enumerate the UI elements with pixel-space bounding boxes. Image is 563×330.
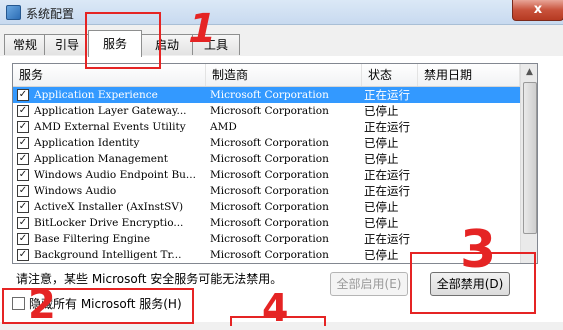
service-checkbox[interactable]: ✓ xyxy=(17,89,29,101)
scroll-thumb[interactable] xyxy=(523,82,537,234)
list-item[interactable]: ✓ Application Experience Microsoft Corpora… xyxy=(13,87,520,103)
service-vendor: Microsoft Corporation xyxy=(210,137,329,149)
tab-boot[interactable]: 引导 xyxy=(44,34,90,55)
vertical-scrollbar[interactable]: ▲ xyxy=(520,64,537,263)
service-checkbox[interactable]: ✓ xyxy=(17,185,29,197)
list-item[interactable]: ✓ Windows Audio Microsoft Corporation 正在运行 xyxy=(13,183,520,199)
service-name: Application Identity xyxy=(34,137,140,149)
service-name: AMD External Events Utility xyxy=(34,121,186,133)
column-status[interactable]: 状态 xyxy=(362,64,418,86)
service-vendor: Microsoft Corporation xyxy=(210,89,329,101)
service-name: Windows Audio xyxy=(34,185,117,197)
scroll-up-arrow-icon[interactable]: ▲ xyxy=(521,64,537,81)
service-status: 已停止 xyxy=(364,216,399,230)
enable-all-button[interactable]: 全部启用(E) xyxy=(330,272,408,296)
service-vendor: Microsoft Corporation xyxy=(210,105,329,117)
system-config-icon xyxy=(6,5,21,20)
annotation-number-4: 4 xyxy=(262,286,289,330)
window-title: 系统配置 xyxy=(26,7,75,21)
service-vendor: Microsoft Corporation xyxy=(210,201,329,213)
service-name: Application Experience xyxy=(34,89,158,101)
service-status: 正在运行 xyxy=(364,232,410,246)
service-name: Application Layer Gateway... xyxy=(34,105,187,117)
service-vendor: Microsoft Corporation xyxy=(210,169,329,181)
service-status: 已停止 xyxy=(364,136,399,150)
service-status: 已停止 xyxy=(364,104,399,118)
service-status: 已停止 xyxy=(364,152,399,166)
close-button[interactable]: x xyxy=(512,0,563,21)
tab-services[interactable]: 服务 xyxy=(88,30,142,57)
list-item[interactable]: ✓ Windows Audio Endpoint Bu... Microsoft C… xyxy=(13,167,520,183)
service-status: 正在运行 xyxy=(364,88,410,102)
service-status: 已停止 xyxy=(364,200,399,214)
annotation-number-2: 2 xyxy=(28,282,56,328)
service-status: 正在运行 xyxy=(364,184,410,198)
service-checkbox[interactable]: ✓ xyxy=(17,217,29,229)
service-name: ActiveX Installer (AxInstSV) xyxy=(34,201,184,213)
service-vendor: Microsoft Corporation xyxy=(210,249,329,261)
list-item[interactable]: ✓ Application Layer Gateway... Microsoft C… xyxy=(13,103,520,119)
service-checkbox[interactable]: ✓ xyxy=(17,169,29,181)
service-checkbox[interactable]: ✓ xyxy=(17,201,29,213)
tab-general[interactable]: 常规 xyxy=(4,34,46,55)
service-checkbox[interactable]: ✓ xyxy=(17,121,29,133)
service-name: Base Filtering Engine xyxy=(34,233,151,245)
service-checkbox[interactable]: ✓ xyxy=(17,249,29,261)
column-vendor[interactable]: 制造商 xyxy=(206,64,362,86)
service-status: 已停止 xyxy=(364,248,399,262)
list-item[interactable]: ✓ Application Management Microsoft Corpora… xyxy=(13,151,520,167)
list-item[interactable]: ✓ BitLocker Drive Encryptio... Microsoft C… xyxy=(13,215,520,231)
service-checkbox[interactable]: ✓ xyxy=(17,153,29,165)
column-disabled-date[interactable]: 禁用日期 xyxy=(418,64,520,86)
service-name: Application Management xyxy=(34,153,169,165)
service-status: 正在运行 xyxy=(364,120,410,134)
service-vendor: Microsoft Corporation xyxy=(210,217,329,229)
service-checkbox[interactable]: ✓ xyxy=(17,137,29,149)
service-vendor: Microsoft Corporation xyxy=(210,153,329,165)
service-name: Background Intelligent Tr... xyxy=(34,249,182,261)
service-checkbox[interactable]: ✓ xyxy=(17,105,29,117)
service-vendor: AMD xyxy=(210,121,237,133)
notice-text: 请注意，某些 Microsoft 安全服务可能无法禁用。 xyxy=(16,272,283,286)
list-item[interactable]: ✓ Base Filtering Engine Microsoft Corporat… xyxy=(13,231,520,247)
list-item[interactable]: ✓ AMD External Events Utility AMD 正在运行 xyxy=(13,119,520,135)
service-checkbox[interactable]: ✓ xyxy=(17,233,29,245)
service-name: Windows Audio Endpoint Bu... xyxy=(34,169,196,181)
list-item[interactable]: ✓ ActiveX Installer (AxInstSV) Microsoft C… xyxy=(13,199,520,215)
service-vendor: Microsoft Corporation xyxy=(210,233,329,245)
annotation-number-3: 3 xyxy=(460,220,497,280)
service-vendor: Microsoft Corporation xyxy=(210,185,329,197)
service-status: 正在运行 xyxy=(364,168,410,182)
service-name: BitLocker Drive Encryptio... xyxy=(34,217,184,229)
list-item[interactable]: ✓ Application Identity Microsoft Corporati… xyxy=(13,135,520,151)
